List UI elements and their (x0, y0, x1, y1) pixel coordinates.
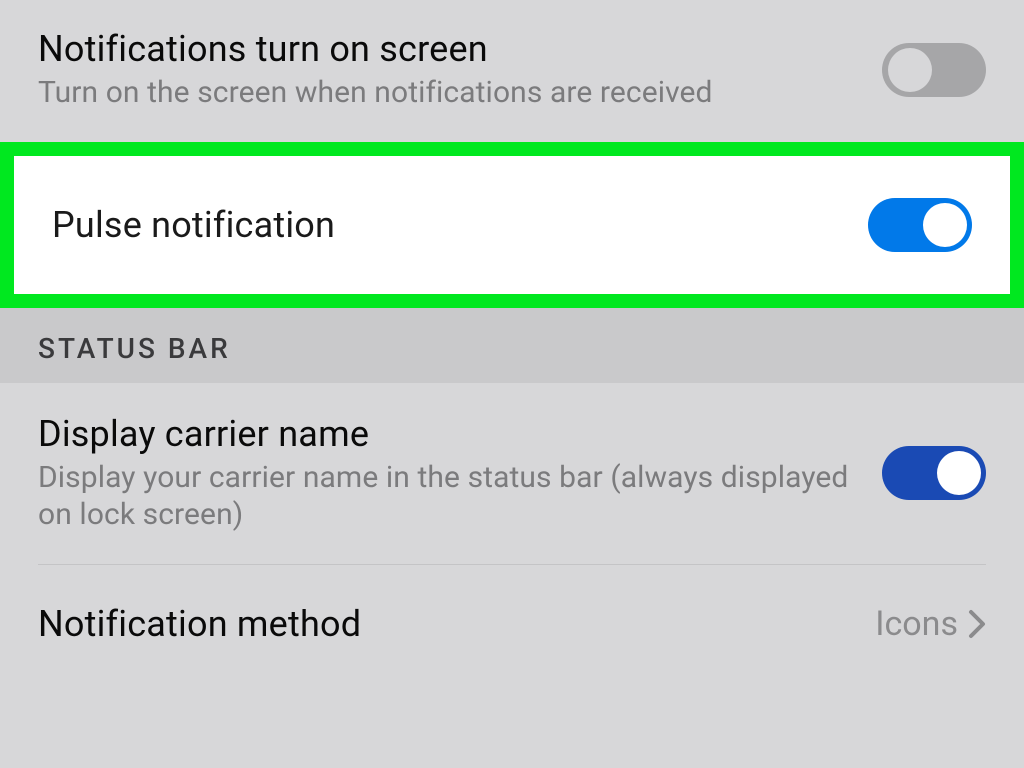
toggle-notifications-screen[interactable] (882, 43, 986, 97)
setting-subtitle: Display your carrier name in the status … (38, 459, 852, 534)
setting-text: Display carrier name Display your carrie… (38, 413, 882, 534)
section-header-text: STATUS BAR (38, 332, 986, 365)
section-header-status-bar: STATUS BAR (0, 308, 1024, 383)
setting-subtitle: Turn on the screen when notifications ar… (38, 74, 852, 112)
toggle-pulse-notification[interactable] (868, 198, 972, 252)
toggle-carrier-name[interactable] (882, 446, 986, 500)
setting-notification-method[interactable]: Notification method Icons (0, 565, 1024, 683)
setting-title: Display carrier name (38, 413, 852, 455)
setting-value: Icons (875, 604, 958, 644)
setting-title: Notifications turn on screen (38, 28, 852, 70)
settings-list: Notifications turn on screen Turn on the… (0, 0, 1024, 768)
setting-title: Notification method (38, 603, 845, 645)
toggle-knob (888, 48, 932, 92)
setting-text: Notification method (38, 603, 875, 645)
toggle-knob (937, 451, 981, 495)
setting-title: Pulse notification (52, 204, 838, 246)
setting-value-container: Icons (875, 604, 986, 644)
toggle-knob (923, 203, 967, 247)
setting-text: Notifications turn on screen Turn on the… (38, 28, 882, 112)
setting-pulse-notification[interactable]: Pulse notification (0, 142, 1024, 308)
chevron-right-icon (968, 609, 986, 639)
setting-display-carrier-name[interactable]: Display carrier name Display your carrie… (0, 383, 1024, 564)
setting-notifications-turn-on-screen[interactable]: Notifications turn on screen Turn on the… (0, 0, 1024, 142)
setting-text: Pulse notification (52, 204, 868, 246)
